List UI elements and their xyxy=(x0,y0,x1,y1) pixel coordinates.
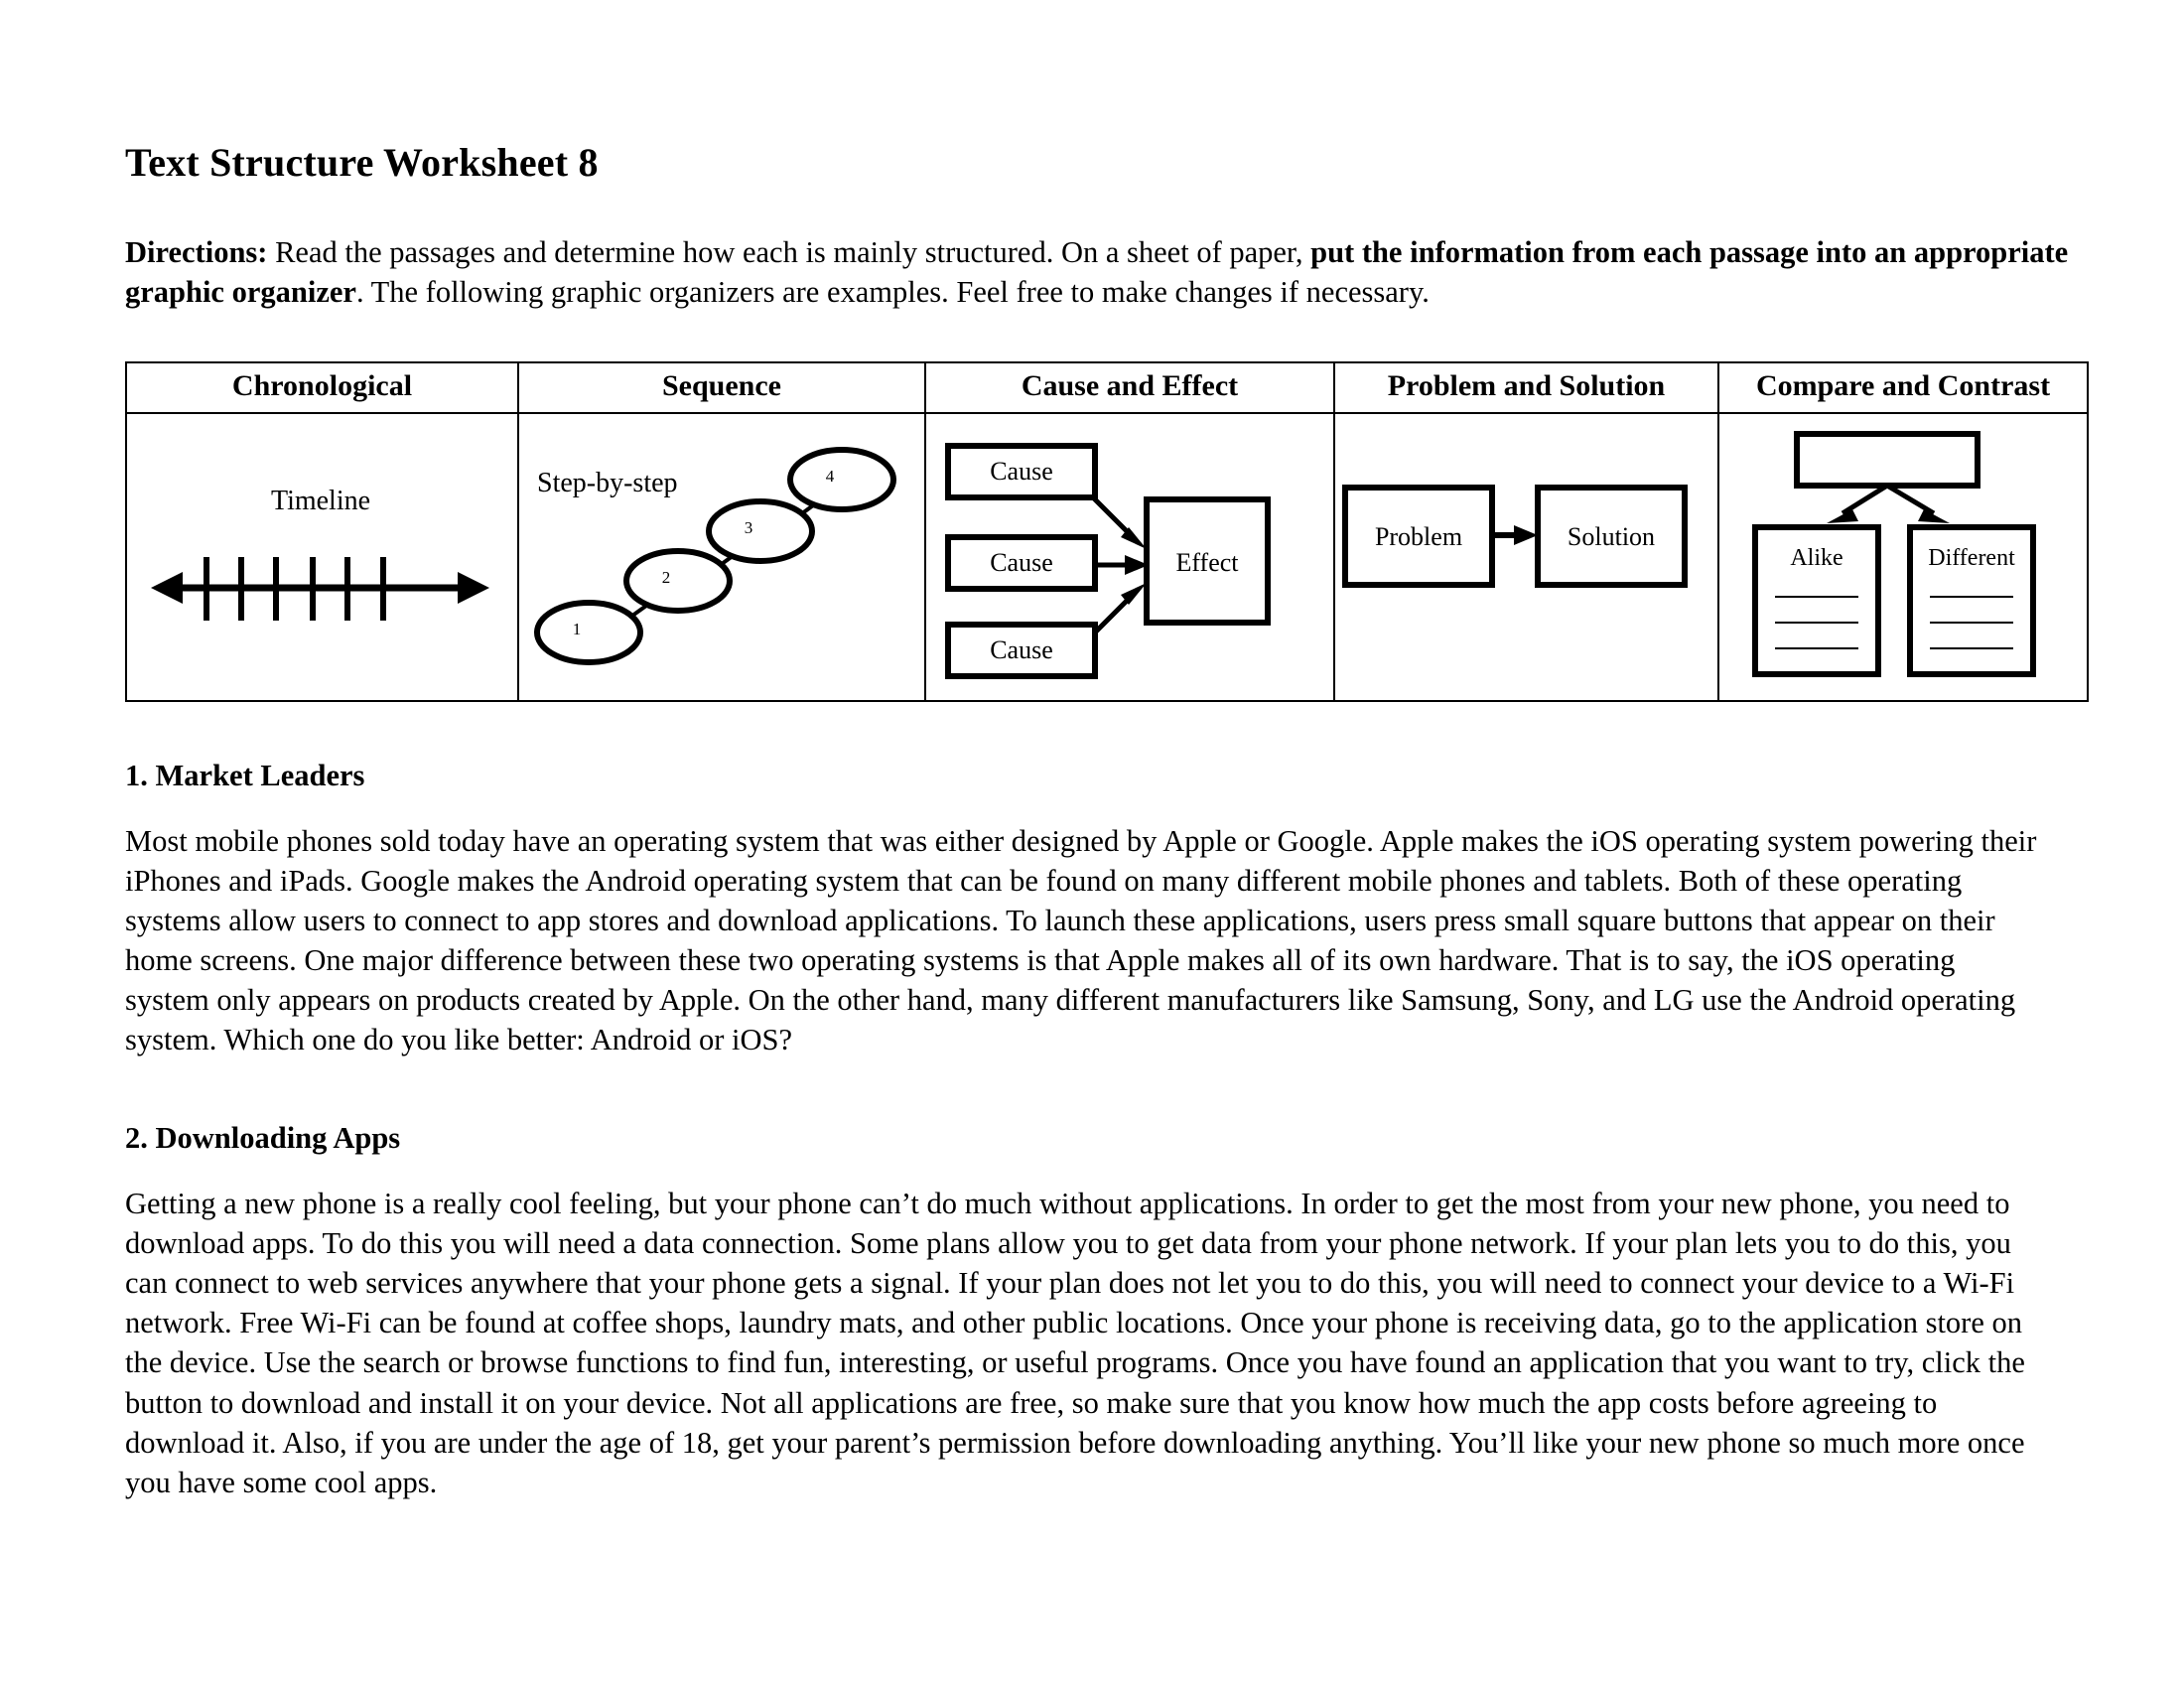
passage-1-body: Most mobile phones sold today have an op… xyxy=(125,823,2037,1056)
problem-solution-diagram: Problem Solution xyxy=(1335,414,1717,700)
cause-box-3-label: Cause xyxy=(990,635,1053,664)
sequence-ellipse-3-label: 3 xyxy=(745,518,753,537)
problem-solution-svg: Problem Solution xyxy=(1342,484,1688,588)
organizer-cell-problem-and-solution: Problem Solution xyxy=(1333,411,1719,702)
sequence-ellipse-2 xyxy=(623,547,733,614)
page-title: Text Structure Worksheet 8 xyxy=(125,140,599,185)
sequence-ellipse-1-label: 1 xyxy=(573,620,582,638)
sequence-svg: Step-by-step 1 2 3 4 xyxy=(534,446,896,665)
organizer-cell-compare-and-contrast: Alike Different xyxy=(1717,411,2089,702)
compare-contrast-diagram: Alike Different xyxy=(1719,414,2087,700)
passage-2-title: 2. Downloading Apps xyxy=(125,1121,401,1156)
organizer-header-sequence: Sequence xyxy=(517,360,926,414)
directions-text-part2: . The following graphic organizers are e… xyxy=(355,275,1430,310)
sequence-ellipse-2-label: 2 xyxy=(662,568,671,587)
graphic-organizer-table: Chronological Sequence Cause and Effect … xyxy=(125,360,2089,702)
different-box-label: Different xyxy=(1928,545,2015,571)
passage-1-title: 1. Market Leaders xyxy=(125,758,365,792)
directions-label: Directions: xyxy=(125,235,268,269)
compare-contrast-top-box xyxy=(1794,430,1980,489)
cause-box-2-label: Cause xyxy=(990,548,1053,577)
cause-box-1-label: Cause xyxy=(990,457,1053,486)
timeline-arrowhead-left xyxy=(151,571,183,604)
problem-solution-arrowhead xyxy=(1514,524,1538,545)
timeline-svg: Timeline xyxy=(151,486,489,621)
organizer-cell-sequence: Step-by-step 1 2 3 4 xyxy=(517,411,926,702)
directions-text-part1: Read the passages and determine how each… xyxy=(267,235,1311,269)
worksheet-page: Text Structure Worksheet 8 Directions: R… xyxy=(0,0,2184,1688)
organizer-header-row: Chronological Sequence Cause and Effect … xyxy=(125,360,2089,414)
sequence-ellipse-1 xyxy=(534,599,643,665)
problem-box-label: Problem xyxy=(1375,522,1462,551)
solution-box-label: Solution xyxy=(1568,522,1655,551)
cause-effect-svg: Cause Cause Cause Effect xyxy=(945,442,1271,679)
cause-effect-diagram: Cause Cause Cause Effect xyxy=(926,414,1333,700)
passage-2-body: Getting a new phone is a really cool fee… xyxy=(125,1187,2025,1499)
effect-box-label: Effect xyxy=(1175,548,1239,577)
compare-contrast-arrows xyxy=(1827,483,1950,523)
cause-effect-arrows xyxy=(1091,494,1149,636)
organizer-header-chronological: Chronological xyxy=(125,360,519,414)
sequence-diagram: Step-by-step 1 2 3 4 xyxy=(519,414,924,700)
sequence-ellipse-4-label: 4 xyxy=(826,467,835,486)
sequence-ellipse-4 xyxy=(787,446,896,512)
organizer-diagram-row: Timeline Step-by-step 1 2 3 4 Cause Caus… xyxy=(125,411,2089,702)
organizer-header-problem-and-solution: Problem and Solution xyxy=(1333,360,1719,414)
organizer-header-compare-and-contrast: Compare and Contrast xyxy=(1717,360,2089,414)
sequence-ellipse-3 xyxy=(706,497,815,564)
organizer-header-cause-and-effect: Cause and Effect xyxy=(924,360,1335,414)
sequence-label: Step-by-step xyxy=(537,468,678,498)
organizer-cell-cause-and-effect: Cause Cause Cause Effect xyxy=(924,411,1335,702)
timeline-label: Timeline xyxy=(271,486,370,516)
page-content: Text Structure Worksheet 8 Directions: R… xyxy=(125,0,2089,1502)
alike-box-label: Alike xyxy=(1790,545,1843,571)
directions-paragraph: Directions: Read the passages and determ… xyxy=(125,185,2077,313)
timeline-diagram: Timeline xyxy=(127,414,517,700)
timeline-arrowhead-right xyxy=(458,571,489,604)
organizer-cell-chronological: Timeline xyxy=(125,411,519,702)
compare-contrast-svg: Alike Different xyxy=(1752,430,2036,677)
